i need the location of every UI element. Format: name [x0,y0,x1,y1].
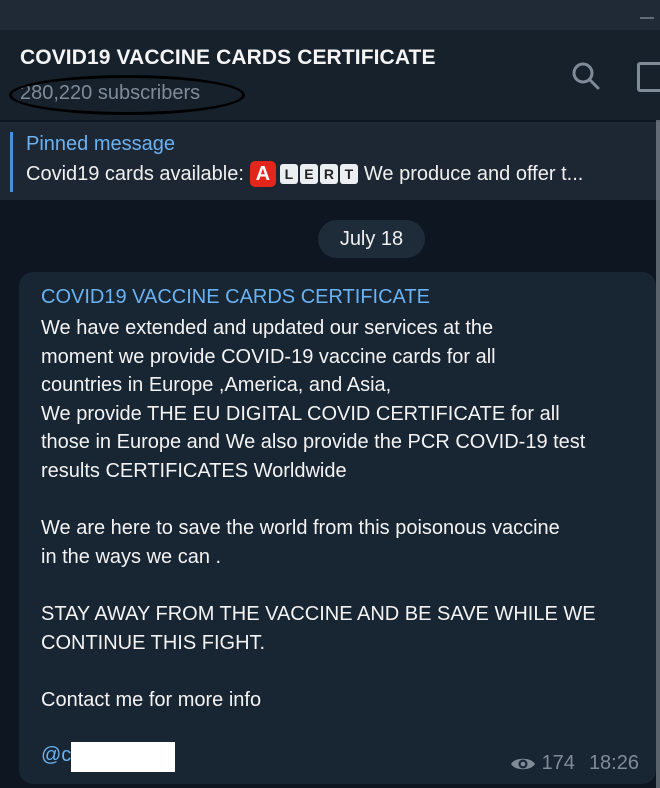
message-author[interactable]: COVID19 VACCINE CARDS CERTIFICATE [41,286,430,309]
pinned-preview: Covid19 cards available: A L E R T We pr… [26,161,583,187]
message-meta: 174 18:26 [510,752,639,775]
alert-letter-a: A [249,161,276,187]
minimize-icon[interactable] [640,17,654,19]
sidebar-toggle-icon[interactable] [637,62,660,92]
pinned-accent-bar [10,132,13,192]
pinned-prefix: Covid19 cards available: [26,162,244,185]
alert-letter-t: T [339,164,358,184]
scrollbar[interactable] [656,120,660,788]
message-time: 18:26 [588,752,639,774]
search-icon[interactable] [570,60,602,92]
message-bubble[interactable]: COVID19 VACCINE CARDS CERTIFICATE We hav… [19,272,656,784]
alert-emoji: A L E R T [249,161,358,187]
message-body: We have extended and updated our service… [41,317,596,711]
date-badge: July 18 [318,220,425,258]
alert-letter-e: E [299,164,318,184]
contact-handle-link[interactable]: @c [41,744,71,767]
alert-letter-r: R [319,164,338,184]
window-top-strip [0,0,660,30]
channel-title[interactable]: COVID19 VACCINE CARDS CERTIFICATE [20,46,436,70]
view-count: 174 [541,752,575,774]
annotation-ellipse [9,75,245,115]
alert-letter-l: L [279,164,298,184]
pinned-message[interactable]: Pinned message Covid19 cards available: … [0,122,660,200]
channel-header[interactable]: COVID19 VACCINE CARDS CERTIFICATE 280,22… [0,30,660,120]
redaction-box [71,742,175,772]
pinned-label: Pinned message [26,133,175,155]
pinned-suffix: We produce and offer t... [363,162,584,185]
views-eye-icon [510,758,535,769]
